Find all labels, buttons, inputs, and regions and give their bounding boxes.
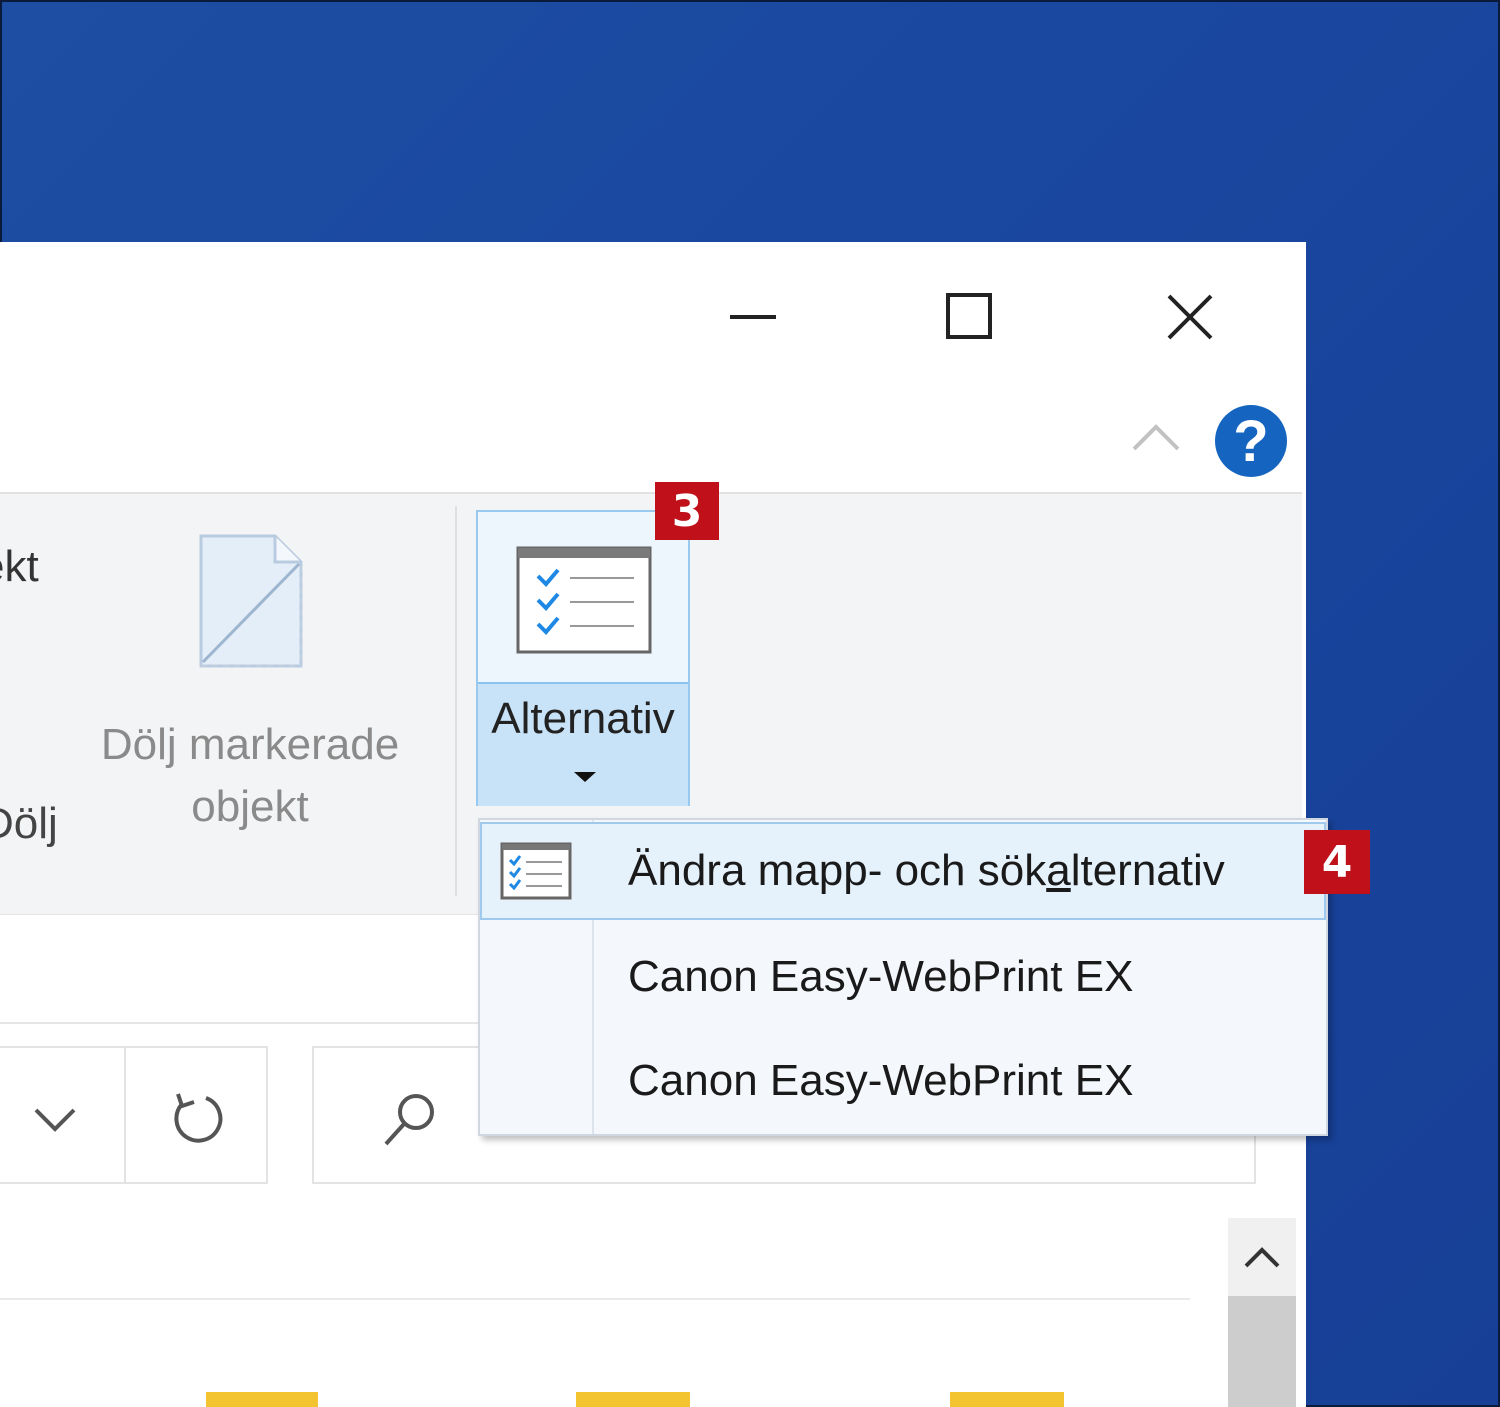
menu-item-label: Canon Easy-WebPrint EX	[628, 952, 1134, 1001]
scroll-thumb[interactable]	[1228, 1296, 1296, 1407]
hide-selected-items-button[interactable]: Dölj markerade objekt	[75, 524, 425, 831]
menu-item-canon-webprint-1[interactable]: Canon Easy-WebPrint EX	[480, 928, 1326, 1026]
options-label: Alternativ	[491, 694, 675, 743]
menu-item-change-folder-options[interactable]: Ändra mapp- och sökalternativ	[480, 822, 1326, 920]
collapse-ribbon-icon[interactable]	[1130, 417, 1182, 457]
ribbon-separator	[455, 506, 457, 896]
menu-label-part: lternativ	[1070, 846, 1225, 895]
folder-icon	[206, 1392, 318, 1407]
folder-icon	[576, 1392, 690, 1407]
refresh-icon	[174, 1093, 223, 1143]
ribbon-partial-text: ekt	[0, 542, 39, 591]
scroll-up-button[interactable]	[1228, 1218, 1296, 1296]
options-dropdown-menu: Ändra mapp- och sökalternativ Canon Easy…	[478, 818, 1328, 1136]
help-icon[interactable]: ?	[1215, 405, 1287, 477]
dropdown-caret-icon	[574, 772, 596, 782]
chevron-up-icon	[1244, 1247, 1280, 1268]
menu-item-canon-webprint-2[interactable]: Canon Easy-WebPrint EX	[480, 1032, 1326, 1130]
recent-locations-button[interactable]	[0, 1046, 126, 1184]
hide-selected-label: Dölj markerade objekt	[75, 714, 425, 838]
menu-item-label: Ändra mapp- och sökalternativ	[628, 846, 1225, 896]
hide-selected-line1: Dölj markerade	[100, 720, 400, 769]
step-badge-3: 3	[655, 482, 719, 540]
options-button[interactable]: Alternativ	[476, 510, 690, 806]
ribbon-group-label: Dölj	[0, 799, 58, 848]
minimize-button[interactable]	[705, 272, 805, 362]
help-glyph: ?	[1233, 408, 1269, 474]
vertical-scrollbar[interactable]	[1228, 1218, 1296, 1407]
chevron-down-icon	[34, 1108, 76, 1132]
close-button[interactable]	[1140, 272, 1240, 362]
refresh-button[interactable]	[124, 1046, 268, 1184]
options-dropdown-part[interactable]: Alternativ	[478, 682, 688, 806]
hide-document-icon	[199, 534, 303, 668]
folder-icon	[950, 1392, 1064, 1407]
title-bar	[0, 242, 1306, 390]
access-key-letter: a	[1046, 846, 1071, 895]
column-header-divider	[0, 1298, 1190, 1300]
options-checklist-icon	[500, 842, 572, 900]
menu-label-part: Ändra mapp- och sök	[628, 846, 1047, 895]
menu-item-label: Canon Easy-WebPrint EX	[628, 1056, 1134, 1105]
close-icon	[1167, 294, 1213, 340]
maximize-icon	[946, 293, 992, 339]
options-checklist-icon	[516, 546, 652, 654]
step-badge-4: 4	[1304, 830, 1370, 894]
hide-selected-line2: objekt	[191, 782, 309, 831]
search-icon	[384, 1094, 434, 1146]
maximize-button[interactable]	[920, 272, 1020, 362]
minimize-icon	[730, 315, 776, 319]
